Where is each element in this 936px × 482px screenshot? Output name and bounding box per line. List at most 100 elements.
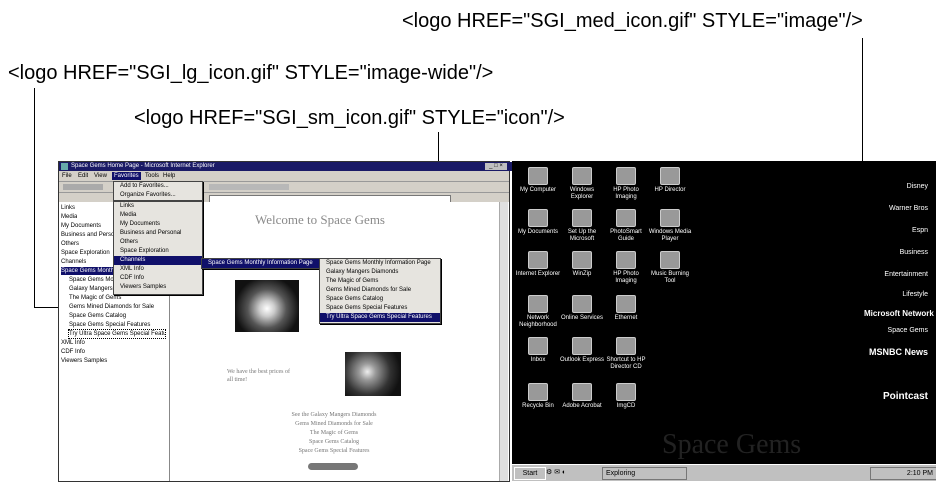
fav-item-11[interactable]: Gems Mined Diamonds for Sale [69,303,165,311]
icon-label: Outlook Express [559,357,605,363]
fav-item-1[interactable]: Media [61,213,77,221]
fav-item-10[interactable]: The Magic of Gems [69,294,165,302]
channel-page-6[interactable]: Try Ultra Space Gems Special Features [320,313,440,322]
fav-item-16[interactable]: CDF Info [61,348,85,356]
desktop-icon-shortcut[interactable]: Shortcut to HP Director CD [602,337,650,371]
content-link-3[interactable]: Space Gems Catalog [259,439,409,445]
desktop-icon-online-services[interactable]: Online Services [558,295,606,322]
channel-page-5[interactable]: Space Gems Special Features [320,304,440,313]
desktop-icon-photosmart[interactable]: PhotoSmart Guide [602,209,650,243]
desktop-icon-media-player[interactable]: Windows Media Player [646,209,694,243]
scrollbar[interactable] [499,202,508,481]
folder-links[interactable]: Links [114,202,202,211]
desktop-icon-hp-director[interactable]: HP Director [646,167,694,194]
folder-media[interactable]: Media [114,211,202,220]
channel-page-0[interactable]: Space Gems Monthly Information Page [320,259,440,268]
quick-launch[interactable]: ⚙ ✉ ◐ [546,467,596,478]
folder-business[interactable]: Business and Personal [114,229,202,238]
desktop-icon-msn[interactable]: Set Up the Microsoft [558,209,606,243]
desktop-icon-hp-photo-2[interactable]: HP Photo Imaging [602,251,650,285]
browser-title-bar: Space Gems Home Page - Microsoft Interne… [59,162,521,171]
folder-viewers-samples[interactable]: Viewers Samples [114,283,202,292]
explorer-icon [572,167,592,185]
folder-channels[interactable]: Channels [114,256,202,265]
ie-icon [528,251,548,269]
channel-msnbc[interactable]: MSNBC News [864,347,928,363]
desktop-icon-recycle-bin[interactable]: Recycle Bin [514,383,562,410]
photo-icon [616,251,636,269]
channel-disney[interactable]: Disney [864,183,928,199]
desktop-icon-imgcd[interactable]: ImgCD [602,383,650,410]
folder-others[interactable]: Others [114,238,202,247]
icon-label: HP Photo Imaging [613,271,639,284]
fav-item-14[interactable]: Try Ultra Space Gems Special Features [68,329,166,339]
channel-page-1[interactable]: Galaxy Mangers Diamonds [320,268,440,277]
fav-item-15[interactable]: XML Info [61,339,85,347]
icon-label: Windows Explorer [569,187,595,200]
desktop-icon-my-documents[interactable]: My Documents [514,209,562,236]
desktop-icon-ethernet[interactable]: Ethernet [602,295,650,322]
desktop-icon-music[interactable]: Music Burning Tool [646,251,694,285]
desktop-icon-winzip[interactable]: WinZip [558,251,606,278]
channel-business[interactable]: Business [864,249,928,265]
channel-page-2[interactable]: The Magic of Gems [320,277,440,286]
desktop-icon-inbox[interactable]: Inbox [514,337,562,364]
channel-lifestyle[interactable]: Lifestyle [864,291,928,307]
folder-icon [572,295,592,313]
fav-item-17[interactable]: Viewers Samples [61,357,161,365]
icon-label: Windows Media Player [648,229,692,242]
channel-space-gems[interactable]: Space Gems [864,327,928,343]
guide-icon [616,209,636,227]
fav-item-0[interactable]: Links [61,204,75,212]
content-link-0[interactable]: See the Galaxy Mangers Diamonds [259,412,409,418]
icon-label: My Computer [519,187,556,193]
desktop-icon-hp-photo[interactable]: HP Photo Imaging [602,167,650,201]
content-link-4[interactable]: Space Gems Special Features [259,448,409,454]
icon-label: Set Up the Microsoft [567,229,597,242]
menu-edit[interactable]: Edit [78,172,88,180]
content-link-2[interactable]: The Magic of Gems [259,430,409,436]
icon-label: Inbox [530,357,546,363]
channel-page-3[interactable]: Gems Mined Diamonds for Sale [320,286,440,295]
organize-favorites-item[interactable]: Organize Favorites... [114,191,202,200]
desktop-icon-my-computer[interactable]: My Computer [514,167,562,194]
director-icon [660,167,680,185]
folder-xml-info[interactable]: XML Info [114,265,202,274]
fav-item-13[interactable]: Space Gems Special Features [69,321,165,329]
fav-item-12[interactable]: Space Gems Catalog [69,312,165,320]
channel-trigger-item[interactable]: Space Gems Monthly Information Page [202,259,320,268]
channel-pointcast[interactable]: Pointcast [864,391,928,407]
folder-cdf-info[interactable]: CDF Info [114,274,202,283]
channel-espn[interactable]: Espn [864,227,928,243]
fav-item-2[interactable]: My Documents [61,222,101,230]
channel-page-4[interactable]: Space Gems Catalog [320,295,440,304]
toolbar-buttons[interactable] [209,184,289,190]
add-to-favorites-item[interactable]: Add to Favorites... [114,182,202,191]
inbox-icon [528,337,548,355]
folder-space-exploration[interactable]: Space Exploration [114,247,202,256]
desktop-icon-network[interactable]: Network Neighborhood [514,295,562,329]
channel-warner[interactable]: Warner Bros [864,205,928,221]
channel-entertainment[interactable]: Entertainment [864,271,928,287]
window-controls[interactable]: _ □ × [485,163,507,170]
desktop-icon-ie[interactable]: Internet Explorer [514,251,562,278]
menu-file[interactable]: File [62,172,72,180]
channel-msn[interactable]: Microsoft Network [864,309,934,325]
menu-view[interactable]: View [94,172,107,180]
fav-item-6[interactable]: Channels [61,258,86,266]
back-forward-buttons[interactable] [63,184,103,190]
desktop-icon-acrobat[interactable]: Adobe Acrobat [558,383,606,410]
desktop-icon-explorer[interactable]: Windows Explorer [558,167,606,201]
content-link-1[interactable]: Gems Mined Diamonds for Sale [259,421,409,427]
icon-label: WinZip [572,271,592,277]
desktop-icon-outlook[interactable]: Outlook Express [558,337,606,364]
taskbar-task[interactable]: Exploring [602,467,687,480]
welcome-heading: Welcome to Space Gems [255,212,385,227]
badge-button[interactable] [308,463,358,470]
folder-my-documents[interactable]: My Documents [114,220,202,229]
start-button[interactable]: Start [514,467,546,480]
fav-item-4[interactable]: Others [61,240,79,248]
menu-help[interactable]: Help [163,172,175,180]
menu-favorites[interactable]: Favorites [112,172,141,180]
menu-tools[interactable]: Tools [145,172,159,180]
